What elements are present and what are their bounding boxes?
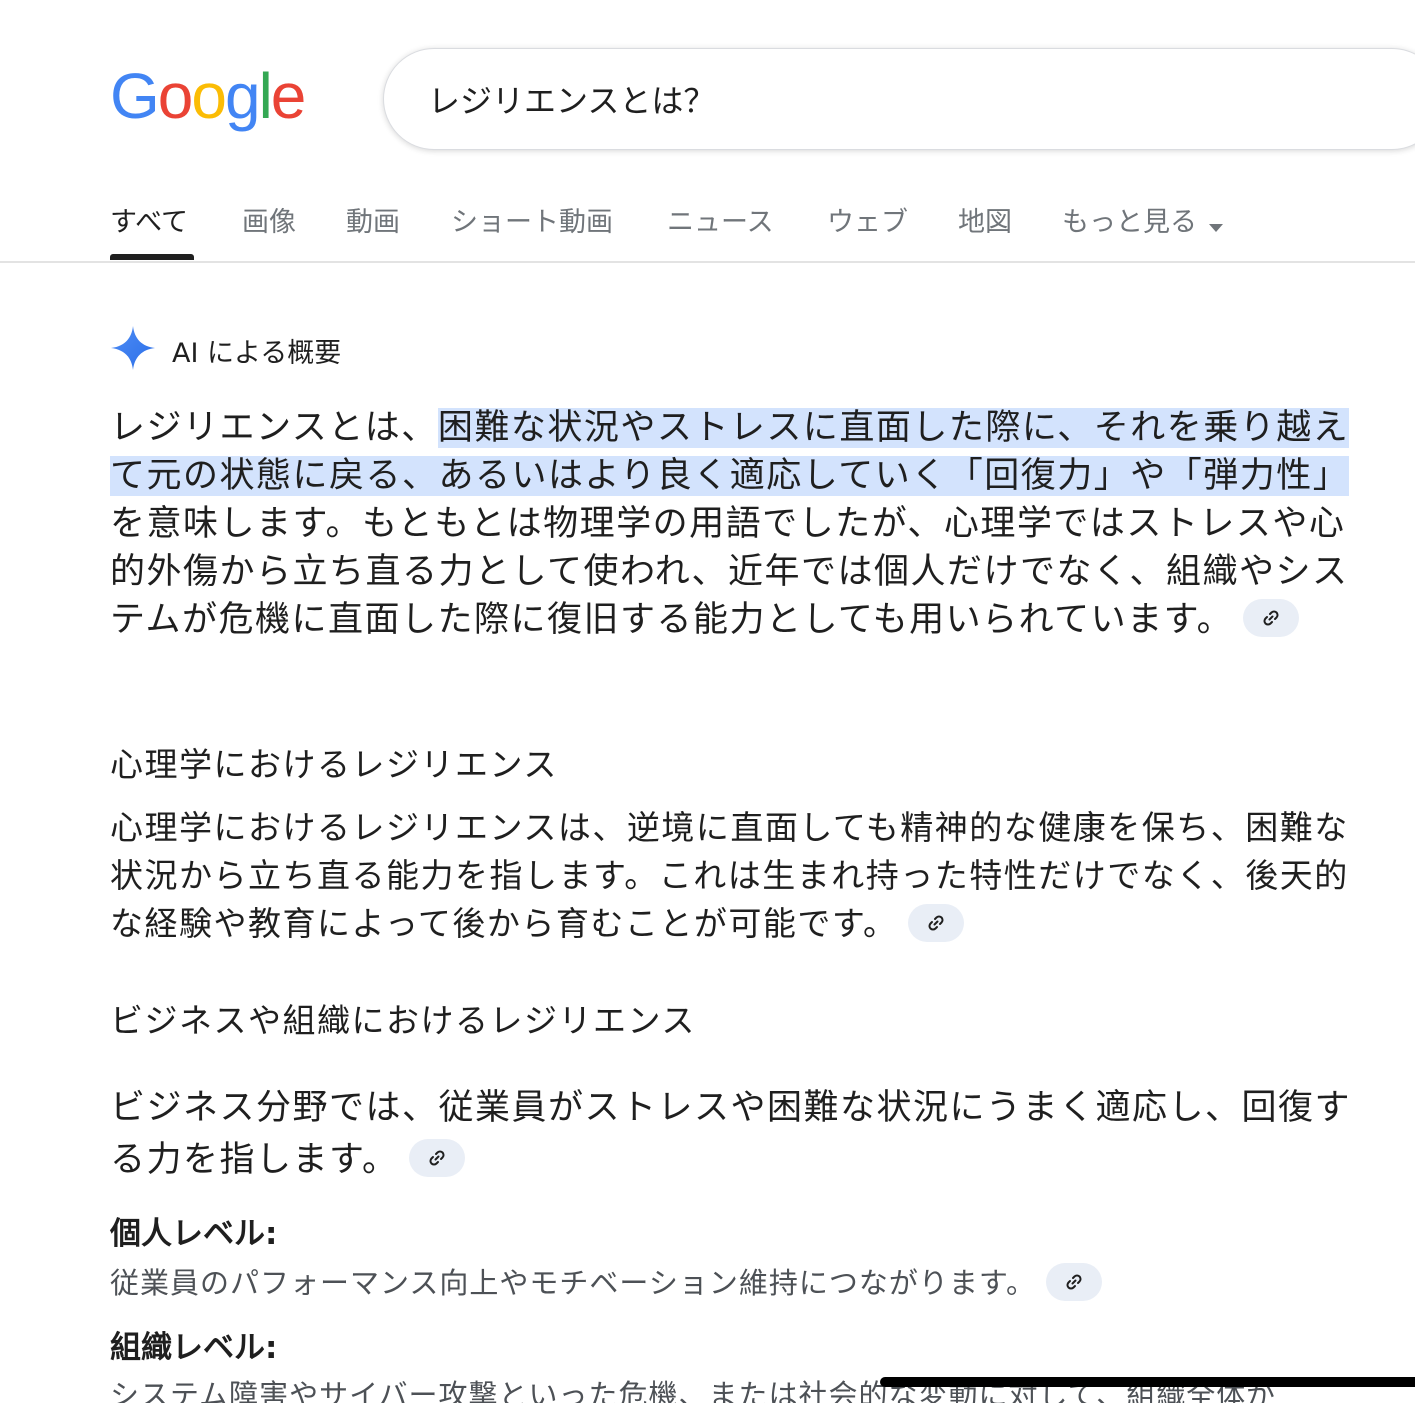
section-heading-psychology: 心理学におけるレジリエンス bbox=[110, 745, 558, 784]
source-link-button[interactable] bbox=[408, 1139, 465, 1177]
logo-letter: e bbox=[270, 60, 307, 132]
tab-all[interactable]: すべて bbox=[110, 200, 188, 260]
tab-short-videos[interactable]: ショート動画 bbox=[451, 200, 613, 260]
tab-videos[interactable]: 動画 bbox=[346, 200, 400, 260]
ai-overview-intro: レジリエンスとは、困難な状況やストレスに直面した際に、それを乗り越えて元の状態に… bbox=[110, 404, 1360, 644]
caret-down-icon bbox=[1209, 208, 1223, 239]
org-level-label: 組織レベル: bbox=[110, 1330, 278, 1366]
intro-text-after: を意味します。もともとは物理学の用語でしたが、心理学ではストレスや心的外傷から立… bbox=[110, 504, 1349, 640]
tab-maps[interactable]: 地図 bbox=[958, 200, 1012, 260]
logo-letter: g bbox=[224, 60, 261, 132]
tab-more-label: もっと見る bbox=[1062, 207, 1197, 238]
business-text: ビジネス分野では、従業員がストレスや困難な状況にうまく適応し、回復する力を指しま… bbox=[110, 1088, 1352, 1180]
intro-text-before: レジリエンスとは、 bbox=[110, 408, 438, 448]
tab-more[interactable]: もっと見る bbox=[1062, 200, 1223, 260]
link-icon bbox=[928, 914, 944, 931]
source-link-button[interactable] bbox=[907, 903, 964, 942]
search-tabs: すべて 画像 動画 ショート動画 ニュース ウェブ 地図 もっと見る bbox=[0, 170, 1415, 263]
section-text-psychology: 心理学におけるレジリエンスは、逆境に直面しても精神的な健康を保ち、困難な状況から… bbox=[110, 804, 1360, 948]
link-icon bbox=[428, 1150, 445, 1166]
active-tab-indicator bbox=[110, 254, 194, 260]
source-link-button[interactable] bbox=[1243, 599, 1300, 637]
tab-images[interactable]: 画像 bbox=[242, 200, 296, 260]
section-heading-business: ビジネスや組織におけるレジリエンス bbox=[110, 1001, 696, 1040]
search-box[interactable] bbox=[383, 48, 1415, 150]
link-icon bbox=[1066, 1274, 1082, 1290]
search-results-page: Google すべて 画像 動画 ショート動画 ニュース ウェブ 地図 もっと見… bbox=[0, 0, 1415, 1403]
logo-letter: o bbox=[191, 60, 227, 132]
scroll-indicator-bar bbox=[880, 1377, 1415, 1387]
tab-web[interactable]: ウェブ bbox=[827, 200, 908, 260]
tab-news[interactable]: ニュース bbox=[667, 200, 774, 260]
psychology-text: 心理学におけるレジリエンスは、逆境に直面しても精神的な健康を保ち、困難な状況から… bbox=[110, 808, 1349, 943]
section-text-business: ビジネス分野では、従業員がストレスや困難な状況にうまく適応し、回復する力を指しま… bbox=[110, 1082, 1360, 1186]
individual-level-item: 従業員のパフォーマンス向上やモチベーション維持につながります。 bbox=[110, 1260, 1102, 1304]
logo-letter: o bbox=[157, 60, 194, 132]
sparkle-icon bbox=[110, 325, 156, 375]
link-icon bbox=[1263, 610, 1279, 626]
source-link-button[interactable] bbox=[1045, 1263, 1102, 1301]
search-input[interactable] bbox=[428, 77, 1328, 121]
individual-level-text: 従業員のパフォーマンス向上やモチベーション維持につながります。 bbox=[110, 1266, 1036, 1300]
logo-letter: G bbox=[110, 60, 160, 132]
ai-overview-label: AI による概要 bbox=[172, 338, 342, 369]
google-logo[interactable]: Google bbox=[110, 60, 307, 132]
individual-level-label: 個人レベル: bbox=[110, 1216, 278, 1252]
logo-letter: l bbox=[258, 60, 273, 132]
